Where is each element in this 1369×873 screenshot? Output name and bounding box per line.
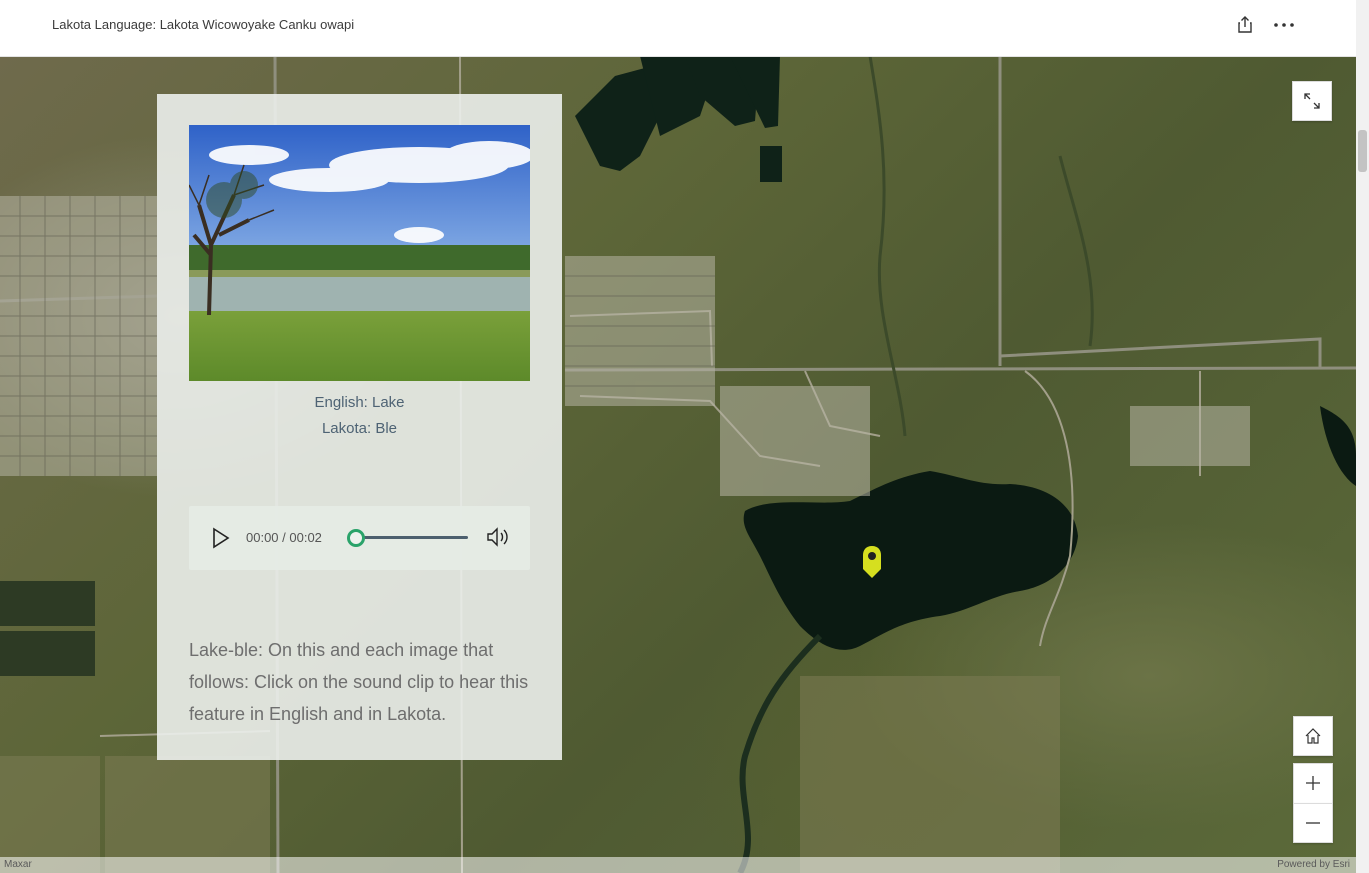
- audio-time: 00:00 / 00:02: [246, 530, 322, 545]
- audio-player: 00:00 / 00:02: [189, 506, 530, 570]
- zoom-out-button[interactable]: [1293, 803, 1333, 843]
- ellipsis-icon[interactable]: [1272, 14, 1296, 36]
- location-pin-icon[interactable]: [861, 545, 883, 579]
- home-button[interactable]: [1293, 716, 1333, 756]
- scrollbar-thumb[interactable]: [1358, 130, 1367, 172]
- page-title: Lakota Language: Lakota Wicowoyake Canku…: [52, 17, 355, 32]
- vertical-scrollbar[interactable]: [1356, 0, 1369, 873]
- lakota-caption: Lakota: Ble: [321, 420, 398, 437]
- attribution-source[interactable]: Maxar: [4, 859, 32, 870]
- app-header: Lakota Language: Lakota Wicowoyake Canku…: [0, 0, 1356, 57]
- plus-icon: [1306, 776, 1320, 790]
- description-text: Lake-ble: On this and each image that fo…: [189, 640, 529, 724]
- audio-progress-knob[interactable]: [347, 529, 365, 547]
- volume-icon[interactable]: [485, 525, 511, 549]
- home-icon: [1305, 728, 1321, 744]
- audio-progress-track[interactable]: [355, 536, 468, 539]
- minus-icon: [1306, 822, 1320, 824]
- share-icon[interactable]: [1234, 14, 1256, 36]
- story-panel: English: Lake Lakota: Ble 00:00 / 00:02 …: [157, 94, 562, 760]
- attribution-powered-by[interactable]: Powered by Esri: [1277, 859, 1350, 870]
- map-attribution: Maxar Powered by Esri: [0, 857, 1356, 873]
- zoom-in-button[interactable]: [1293, 763, 1333, 804]
- expand-icon: [1304, 93, 1320, 109]
- english-caption: English: Lake: [314, 394, 405, 411]
- fullscreen-button[interactable]: [1292, 81, 1332, 121]
- lake-photo: [189, 125, 530, 381]
- play-icon[interactable]: [211, 526, 231, 550]
